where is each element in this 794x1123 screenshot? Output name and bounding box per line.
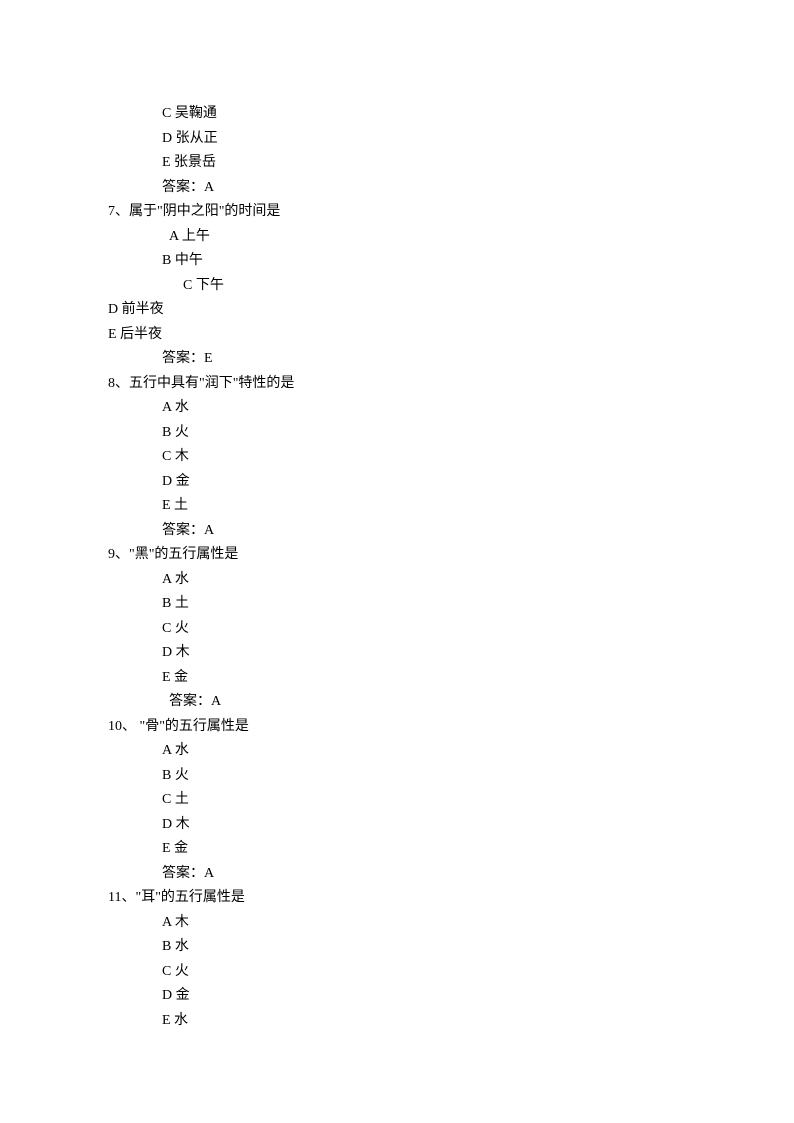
text-line: A 木: [90, 911, 794, 936]
text-line: E 土: [90, 494, 794, 519]
text-line: 11、"耳"的五行属性是: [90, 886, 794, 911]
text-line: A 水: [90, 739, 794, 764]
text-line: C 吴鞠通: [90, 102, 794, 127]
text-line: D 金: [90, 984, 794, 1009]
text-line: C 火: [90, 617, 794, 642]
text-line: D 前半夜: [90, 298, 794, 323]
text-line: 答案：A: [90, 519, 794, 544]
document-content: C 吴鞠通D 张从正E 张景岳答案：A7、属于"阴中之阳"的时间是A 上午B 中…: [90, 102, 794, 1033]
text-line: 7、属于"阴中之阳"的时间是: [90, 200, 794, 225]
text-line: 答案：A: [90, 690, 794, 715]
text-line: 答案：A: [90, 176, 794, 201]
text-line: E 金: [90, 666, 794, 691]
text-line: C 木: [90, 445, 794, 470]
text-line: E 水: [90, 1009, 794, 1034]
text-line: D 张从正: [90, 127, 794, 152]
text-line: B 中午: [90, 249, 794, 274]
text-line: 8、五行中具有"润下"特性的是: [90, 372, 794, 397]
text-line: C 火: [90, 960, 794, 985]
text-line: A 水: [90, 396, 794, 421]
text-line: 答案：A: [90, 862, 794, 887]
text-line: D 木: [90, 813, 794, 838]
text-line: D 金: [90, 470, 794, 495]
text-line: B 土: [90, 592, 794, 617]
text-line: B 水: [90, 935, 794, 960]
text-line: A 水: [90, 568, 794, 593]
text-line: 10、 "骨"的五行属性是: [90, 715, 794, 740]
text-line: D 木: [90, 641, 794, 666]
text-line: 答案：E: [90, 347, 794, 372]
text-line: E 金: [90, 837, 794, 862]
text-line: C 土: [90, 788, 794, 813]
text-line: 9、"黑"的五行属性是: [90, 543, 794, 568]
text-line: B 火: [90, 764, 794, 789]
text-line: E 张景岳: [90, 151, 794, 176]
text-line: A 上午: [90, 225, 794, 250]
text-line: B 火: [90, 421, 794, 446]
text-line: C 下午: [90, 274, 794, 299]
text-line: E 后半夜: [90, 323, 794, 348]
